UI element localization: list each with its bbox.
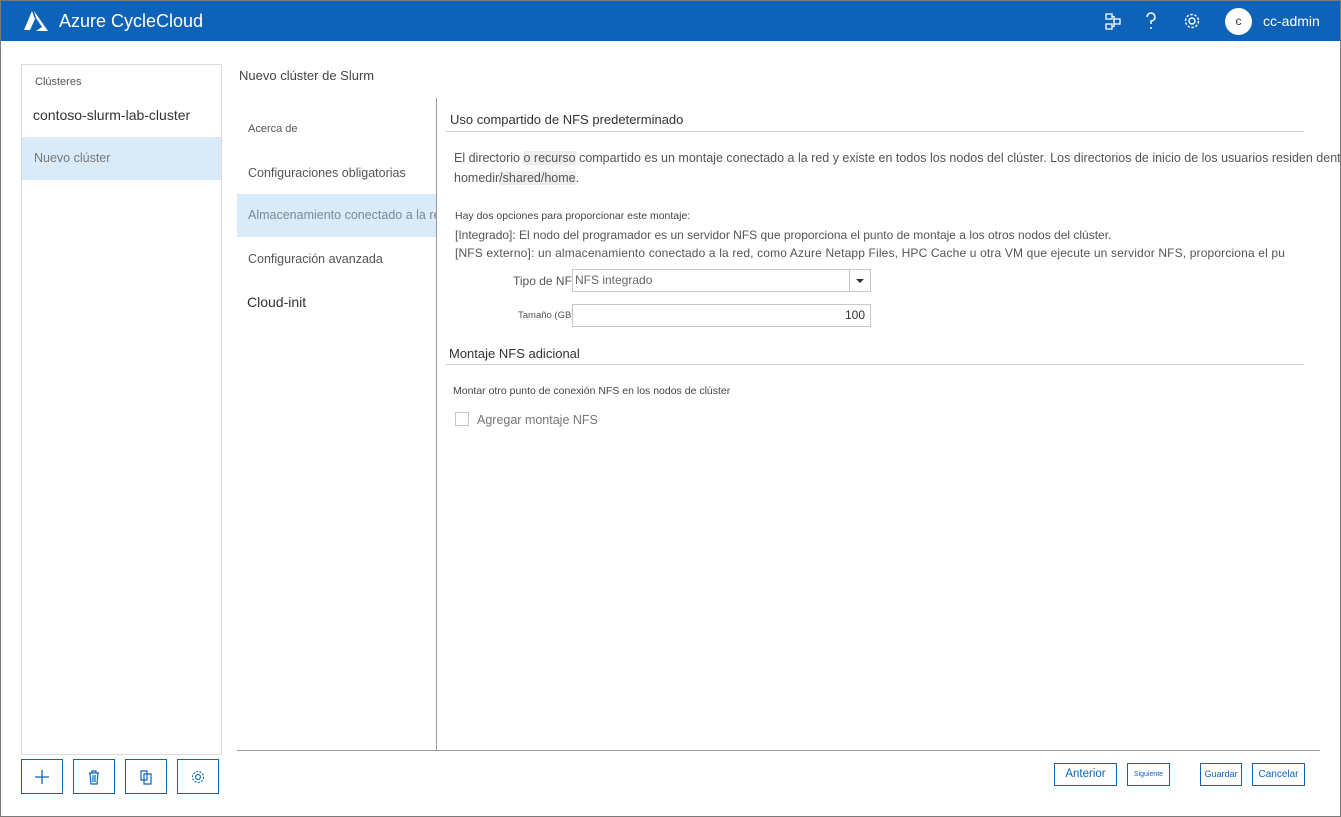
app-title: Azure CycleCloud	[59, 11, 204, 31]
additional-nfs-description: Montar otro punto de conexión NFS en los…	[453, 385, 731, 397]
previous-button[interactable]: Anterior	[1054, 763, 1117, 786]
step-required-settings[interactable]: Configuraciones obligatorias	[237, 166, 436, 180]
nfs-options-intro: Hay dos opciones para proporcionar este …	[455, 210, 691, 222]
azure-logo-icon	[24, 11, 48, 31]
nfs-type-label: Tipo de NFS	[513, 274, 580, 288]
sidebar-item-new-cluster[interactable]: Nuevo clúster	[22, 137, 221, 180]
cancel-button[interactable]: Cancelar	[1252, 763, 1305, 786]
nfs-description-line2: homedir/shared/home.	[454, 171, 580, 185]
chevron-down-icon[interactable]	[849, 270, 870, 291]
help-icon[interactable]	[1141, 11, 1161, 31]
step-network-attached-storage[interactable]: Almacenamiento conectado a la red	[237, 194, 436, 237]
step-advanced-settings[interactable]: Configuración avanzada	[237, 252, 436, 266]
brand[interactable]: Azure CycleCloud	[21, 10, 203, 32]
add-icon	[35, 769, 49, 784]
avatar[interactable]: c	[1225, 8, 1252, 35]
nfs-type-value: NFS integrado	[575, 273, 653, 287]
nfs-type-select[interactable]: NFS integrado	[572, 269, 871, 292]
sidebar-item-contoso-slurm-lab-cluster[interactable]: contoso-slurm-lab-cluster	[22, 94, 221, 137]
size-label: Tamaño (GB)	[518, 310, 575, 321]
footer-divider	[237, 750, 1320, 751]
section-divider	[446, 364, 1304, 365]
size-input[interactable]: 100	[572, 304, 871, 327]
step-cloud-init[interactable]: Cloud-init	[237, 294, 436, 310]
topology-icon[interactable]	[1103, 11, 1123, 31]
cluster-settings-button[interactable]	[177, 759, 219, 794]
step-about[interactable]: Acerca de	[237, 123, 436, 135]
delete-icon	[89, 769, 99, 785]
add-nfs-mount-checkbox[interactable]	[455, 412, 469, 426]
save-button[interactable]: Guardar	[1200, 763, 1242, 786]
section-divider	[446, 131, 1304, 132]
settings-icon[interactable]	[1182, 11, 1202, 31]
delete-cluster-button[interactable]	[73, 759, 115, 794]
page-title: Nuevo clúster de Slurm	[239, 68, 375, 83]
settings-icon	[191, 770, 205, 783]
top-bar: Azure CycleCloud c cc-admin	[1, 1, 1340, 41]
copy-icon	[140, 769, 152, 785]
nfs-option-builtin: [Integrado]: El nodo del programador es …	[455, 228, 1112, 242]
add-nfs-mount-label[interactable]: Agregar montaje NFS	[477, 413, 598, 427]
nfs-option-external: [NFS externo]: un almacenamiento conecta…	[455, 246, 1286, 260]
sidebar-heading: Clústeres	[35, 76, 82, 88]
wizard-steps: Acerca de Configuraciones obligatorias A…	[237, 98, 436, 751]
copy-cluster-button[interactable]	[125, 759, 167, 794]
nfs-settings-panel: Uso compartido de NFS predeterminado El …	[437, 98, 1340, 750]
add-cluster-button[interactable]	[21, 759, 63, 794]
nfs-description-line1: El directorio o recurso compartido es un…	[454, 151, 1340, 165]
clusters-sidebar: Clústeres contoso-slurm-lab-cluster Nuev…	[21, 64, 222, 755]
section-title-additional-nfs: Montaje NFS adicional	[449, 346, 580, 361]
username[interactable]: cc-admin	[1263, 13, 1320, 29]
section-title-default-nfs: Uso compartido de NFS predeterminado	[450, 112, 684, 127]
next-button[interactable]: Siguiente	[1127, 763, 1170, 786]
